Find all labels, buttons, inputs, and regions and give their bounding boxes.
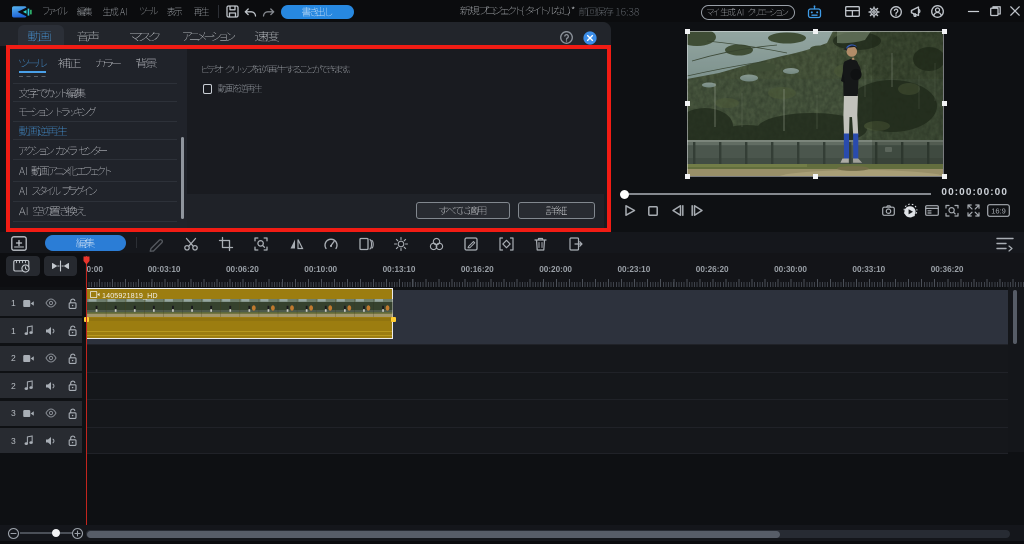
svg-text:16:9: 16:9 [991,207,1006,216]
